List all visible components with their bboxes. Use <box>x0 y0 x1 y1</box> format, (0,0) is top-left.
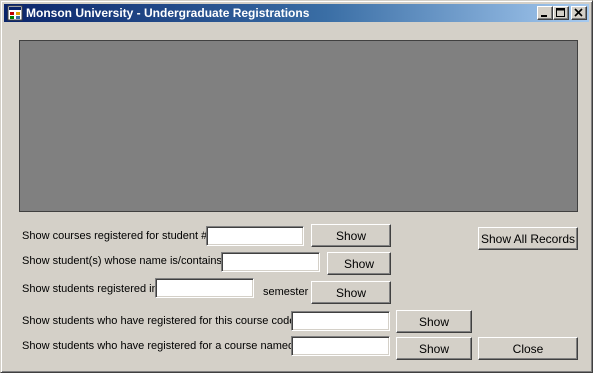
student-name-input[interactable] <box>221 252 320 272</box>
show-students-by-course-code-button[interactable]: Show <box>396 310 472 333</box>
minimize-icon <box>541 15 547 17</box>
semester-input[interactable] <box>155 278 254 298</box>
main-window: Monson University - Undergraduate Regist… <box>0 0 593 373</box>
maximize-icon <box>556 8 565 17</box>
course-name-input[interactable] <box>291 336 390 356</box>
show-students-by-name-button[interactable]: Show <box>327 252 391 275</box>
student-number-label: Show courses registered for student #: <box>22 230 211 242</box>
show-courses-button[interactable]: Show <box>311 224 391 247</box>
close-icon <box>574 8 583 17</box>
title-bar[interactable]: Monson University - Undergraduate Regist… <box>4 4 589 22</box>
maximize-button[interactable] <box>553 6 569 20</box>
student-number-input[interactable] <box>206 226 304 246</box>
semester-label: Show students registered in <box>22 283 158 295</box>
show-students-by-semester-button[interactable]: Show <box>311 281 391 304</box>
semester-suffix-label: semester <box>263 286 309 298</box>
course-code-input[interactable] <box>291 311 390 331</box>
window-title: Monson University - Undergraduate Regist… <box>26 6 310 20</box>
app-icon <box>7 5 23 21</box>
course-code-label: Show students who have registered for th… <box>22 315 299 327</box>
close-button[interactable]: Close <box>478 337 578 360</box>
show-students-by-course-name-button[interactable]: Show <box>396 337 472 360</box>
close-window-button[interactable] <box>571 6 587 20</box>
results-grid[interactable] <box>19 40 578 212</box>
course-name-label: Show students who have registered for a … <box>22 340 298 352</box>
student-name-label: Show student(s) whose name is/contains <box>22 255 222 267</box>
minimize-button[interactable] <box>537 6 553 20</box>
show-all-records-button[interactable]: Show All Records <box>478 227 578 250</box>
